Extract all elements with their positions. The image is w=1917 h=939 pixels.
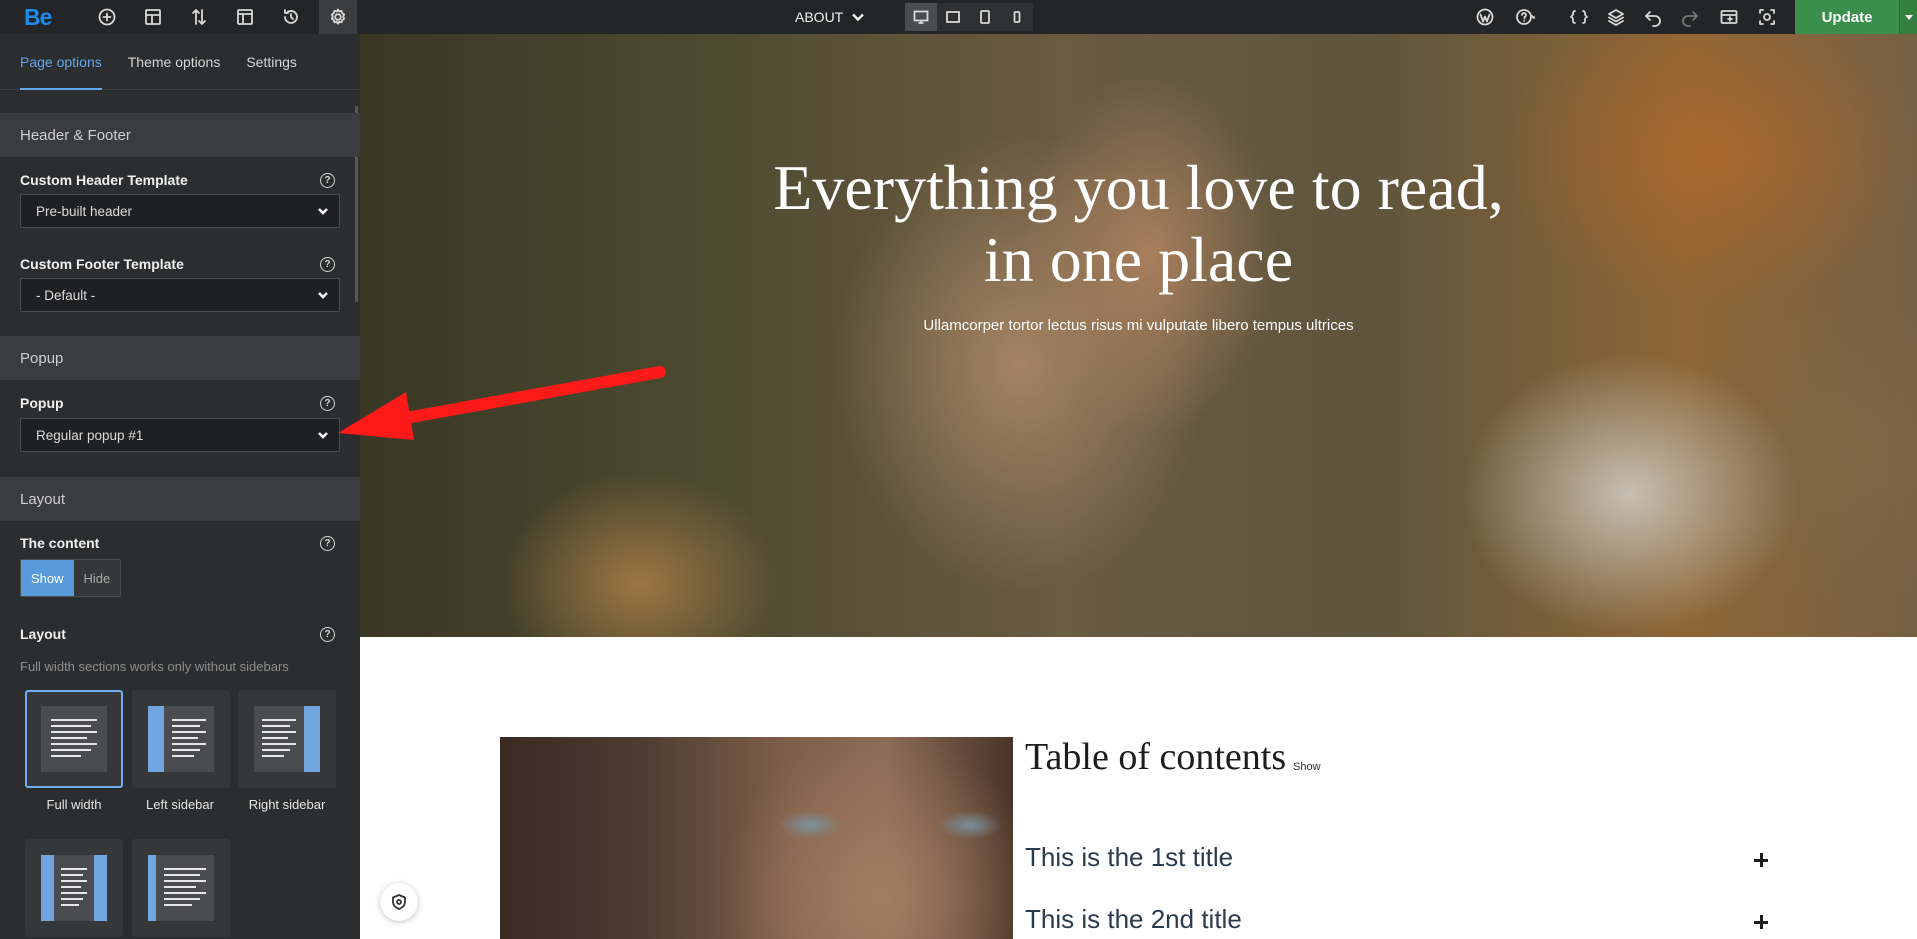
redo-icon[interactable] <box>1672 0 1708 34</box>
caret-down-icon <box>1904 14 1913 20</box>
expand-plus-icon[interactable] <box>1751 850 1771 870</box>
help-icon[interactable]: ? <box>320 536 335 551</box>
section-header-footer[interactable]: Header & Footer <box>0 113 360 157</box>
sidebar-tabs: Page options Theme options Settings <box>0 34 360 90</box>
shield-icon <box>392 894 406 910</box>
layout-option-both-sidebars[interactable] <box>25 839 123 937</box>
update-button[interactable]: Update <box>1795 0 1899 34</box>
top-toolbar: Be ABOUT Update <box>0 0 1917 34</box>
layout-option-right-sidebar[interactable] <box>238 690 336 788</box>
builder-logo[interactable]: Be <box>24 4 52 31</box>
help-icon[interactable]: ? <box>320 627 335 642</box>
hide-option[interactable]: Hide <box>74 560 121 596</box>
toc-item[interactable]: This is the 1st title <box>1025 842 1233 873</box>
layout-grid-icon[interactable] <box>135 0 171 34</box>
undo-icon[interactable] <box>1635 0 1671 34</box>
laptop-view-icon[interactable] <box>937 3 969 31</box>
custom-header-label: Custom Header Template <box>20 172 188 188</box>
mobile-view-icon[interactable] <box>1001 3 1033 31</box>
layout-hint: Full width sections works only without s… <box>20 659 289 674</box>
content-visibility-toggle: Show Hide <box>20 559 122 597</box>
section-popup[interactable]: Popup <box>0 336 360 380</box>
wordpress-icon[interactable] <box>1467 0 1503 34</box>
layout-option-full-width[interactable] <box>25 690 123 788</box>
popup-value: Regular popup #1 <box>36 427 144 443</box>
preview-icon[interactable] <box>1711 0 1747 34</box>
hero-title-line-2: in one place <box>983 224 1294 295</box>
toc-toggle-link[interactable]: Show <box>1293 761 1321 773</box>
custom-header-value: Pre-built header <box>36 203 133 219</box>
help-icon[interactable]: ? <box>320 257 335 272</box>
add-icon[interactable] <box>89 0 125 34</box>
expand-plus-icon[interactable] <box>1751 912 1771 932</box>
custom-footer-label: Custom Footer Template <box>20 256 184 272</box>
update-options-button[interactable] <box>1899 0 1917 34</box>
chevron-down-icon <box>317 205 329 217</box>
portrait-image[interactable] <box>500 737 1013 939</box>
device-switcher <box>905 3 1033 31</box>
chevron-down-icon <box>852 13 865 22</box>
custom-footer-value: - Default - <box>36 287 96 303</box>
layout-option-left-sidebar[interactable] <box>132 690 230 788</box>
full-width-layout-icon <box>41 706 107 772</box>
right-sidebar-layout-icon <box>254 706 320 772</box>
layout-option-label: Right sidebar <box>248 797 326 812</box>
custom-footer-select[interactable]: - Default - <box>20 278 340 312</box>
show-option[interactable]: Show <box>21 560 74 596</box>
popup-label: Popup <box>20 395 64 411</box>
layout-option-narrow-left-sidebar[interactable] <box>132 839 230 937</box>
layout-option-label: Left sidebar <box>146 797 214 812</box>
tab-settings[interactable]: Settings <box>246 34 297 90</box>
template-icon[interactable] <box>227 0 263 34</box>
section-layout[interactable]: Layout <box>0 477 360 521</box>
both-sidebars-layout-icon <box>41 855 107 921</box>
hero-title[interactable]: Everything you love to read, in one plac… <box>360 152 1917 296</box>
popup-select[interactable]: Regular popup #1 <box>20 418 340 452</box>
hero-image-overlay <box>360 34 1917 637</box>
help-icon[interactable]: ? <box>320 396 335 411</box>
chevron-down-icon <box>317 289 329 301</box>
desktop-view-icon[interactable] <box>905 3 937 31</box>
toc-title[interactable]: Table of contents <box>1025 735 1286 779</box>
hero-section[interactable]: Everything you love to read, in one plac… <box>360 34 1917 637</box>
tablet-view-icon[interactable] <box>969 3 1001 31</box>
custom-header-select[interactable]: Pre-built header <box>20 194 340 228</box>
code-icon[interactable] <box>1561 0 1597 34</box>
page-selector[interactable]: ABOUT <box>795 0 865 34</box>
narrow-left-sidebar-layout-icon <box>148 855 214 921</box>
layers-icon[interactable] <box>1598 0 1634 34</box>
hero-title-line-1: Everything you love to read, <box>773 152 1504 223</box>
chevron-down-icon <box>317 429 329 441</box>
hero-subtitle[interactable]: Ullamcorper tortor lectus risus mi vulpu… <box>360 317 1917 334</box>
privacy-shield-button[interactable] <box>380 883 418 921</box>
help-icon[interactable] <box>1507 0 1543 34</box>
help-icon[interactable]: ? <box>320 173 335 188</box>
screenshot-icon[interactable] <box>1749 0 1785 34</box>
tab-theme-options[interactable]: Theme options <box>128 34 221 90</box>
options-sidebar: Page options Theme options Settings Head… <box>0 34 360 939</box>
layout-option-label: Full width <box>46 797 102 812</box>
toc-item[interactable]: This is the 2nd title <box>1025 904 1242 935</box>
history-icon[interactable] <box>273 0 309 34</box>
layout-label: Layout <box>20 626 66 642</box>
content-visibility-label: The content <box>20 535 100 551</box>
left-sidebar-layout-icon <box>148 706 214 772</box>
sort-icon[interactable] <box>181 0 217 34</box>
tab-page-options[interactable]: Page options <box>20 34 102 90</box>
settings-icon[interactable] <box>319 0 357 34</box>
page-name: ABOUT <box>795 9 844 25</box>
